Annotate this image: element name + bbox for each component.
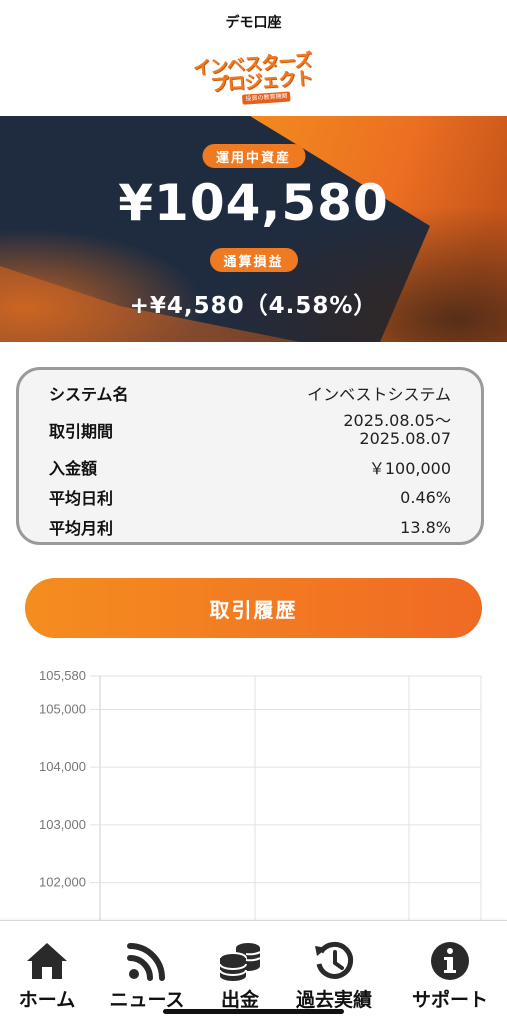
title-bar: デモ口座 bbox=[0, 0, 507, 45]
chart-y-tick-label: 102,000 bbox=[39, 875, 86, 890]
pnl-label-badge: 通算損益 bbox=[209, 248, 298, 272]
monthly-value: 13.8% bbox=[400, 517, 451, 537]
info-row-period: 取引期間 2025.08.05〜 2025.08.07 bbox=[49, 408, 451, 452]
info-icon bbox=[428, 939, 472, 983]
period-label: 取引期間 bbox=[49, 422, 114, 441]
trade-history-button[interactable]: 取引履歴 bbox=[25, 578, 482, 638]
system-value: インベストシステム bbox=[307, 385, 451, 404]
nav-home[interactable]: ホーム bbox=[0, 939, 97, 1012]
coins-icon bbox=[218, 939, 262, 983]
logo-area: インベスターズ プロジェクト 投資の教育機関 bbox=[0, 44, 507, 116]
rss-icon bbox=[125, 939, 169, 983]
period-end: 2025.08.07 bbox=[359, 429, 451, 448]
app-screen: デモ口座 インベスターズ プロジェクト 投資の教育機関 運用中資産 ¥104,5… bbox=[0, 0, 507, 1024]
nav-label-home: ホーム bbox=[18, 989, 76, 1011]
info-row-daily: 平均日利 0.46% bbox=[49, 482, 451, 512]
page-title: デモ口座 bbox=[225, 15, 282, 31]
asset-balance: ¥104,580 bbox=[118, 174, 389, 232]
account-info-card: システム名 インベストシステム 取引期間 2025.08.05〜 2025.08… bbox=[16, 367, 484, 545]
chart-y-tick-label: 105,580 bbox=[39, 668, 86, 683]
nav-label-withdraw: 出金 bbox=[220, 989, 259, 1011]
info-row-monthly: 平均月利 13.8% bbox=[49, 512, 451, 542]
asset-hero-banner: 運用中資産 ¥104,580 通算損益 +¥4,580（4.58%） bbox=[0, 116, 507, 342]
logo-line2: プロジェクト bbox=[210, 67, 314, 96]
daily-label: 平均日利 bbox=[49, 489, 114, 508]
period-start: 2025.08.05〜 bbox=[343, 411, 451, 430]
info-row-deposit: 入金額 ￥100,000 bbox=[49, 452, 451, 482]
nav-withdraw[interactable]: 出金 bbox=[190, 939, 290, 1012]
nav-label-news: ニュース bbox=[109, 989, 185, 1011]
deposit-label: 入金額 bbox=[49, 459, 98, 478]
brand-logo: インベスターズ プロジェクト 投資の教育機関 bbox=[193, 50, 315, 108]
deposit-value: ￥100,000 bbox=[368, 459, 451, 478]
nav-news[interactable]: ニュース bbox=[97, 939, 197, 1012]
history-icon bbox=[312, 939, 356, 983]
nav-label-history: 過去実績 bbox=[295, 989, 372, 1011]
balance-chart: 105,580 105,000 104,000 103,000 102,000 bbox=[0, 660, 507, 920]
chart-y-tick-label: 105,000 bbox=[39, 701, 86, 716]
daily-value: 0.46% bbox=[400, 487, 451, 507]
nav-history[interactable]: 過去実績 bbox=[284, 939, 384, 1012]
chart-y-tick-label: 104,000 bbox=[39, 759, 86, 774]
nav-label-support: サポート bbox=[411, 989, 488, 1011]
nav-support[interactable]: サポート bbox=[400, 939, 500, 1012]
period-value: 2025.08.05〜 2025.08.07 bbox=[343, 412, 451, 448]
balance-chart-svg: 105,580 105,000 104,000 103,000 102,000 bbox=[39, 668, 482, 920]
home-icon bbox=[25, 939, 69, 983]
logo-tag: 投資の教育機関 bbox=[242, 91, 292, 105]
home-indicator bbox=[163, 1009, 344, 1014]
monthly-label: 平均月利 bbox=[49, 519, 114, 538]
info-row-system: システム名 インベストシステム bbox=[49, 378, 451, 408]
asset-label-badge: 運用中資産 bbox=[201, 144, 306, 168]
pnl-value: +¥4,580（4.58%） bbox=[129, 293, 378, 319]
chart-y-tick-label: 103,000 bbox=[39, 817, 86, 832]
system-label: システム名 bbox=[49, 385, 129, 404]
